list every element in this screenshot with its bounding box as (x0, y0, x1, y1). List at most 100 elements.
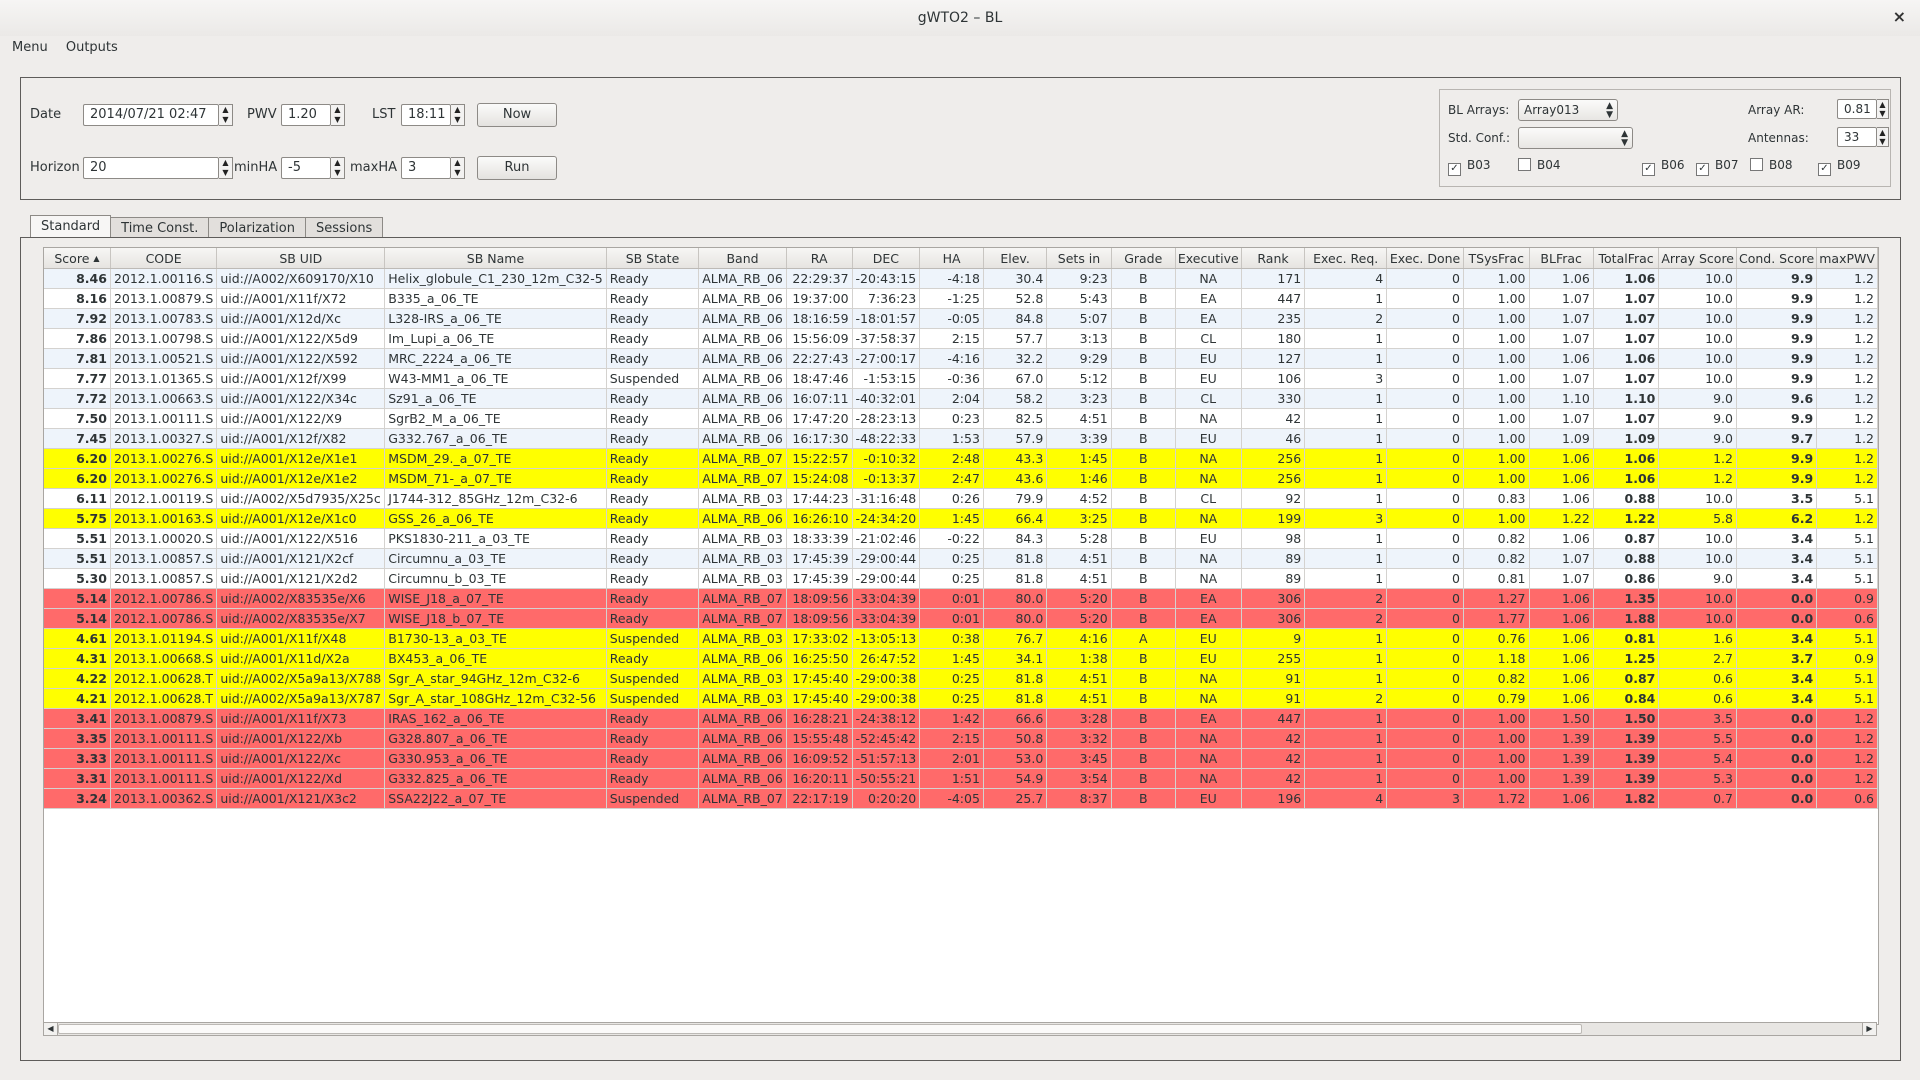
scroll-left-icon[interactable]: ◀ (44, 1023, 58, 1035)
antennas-spinner[interactable]: ▲ ▼ (1877, 127, 1889, 147)
antennas-field[interactable]: 33 (1837, 127, 1877, 147)
table-row[interactable]: 5.51 2013.1.00020.S uid://A001/X122/X516 PK… (44, 528, 1878, 549)
table-cell: 0:20:20 (852, 788, 921, 809)
table-row[interactable]: 5.75 2013.1.00163.S uid://A001/X12e/X1c0 GS… (44, 508, 1878, 529)
table-cell: uid://A001/X12e/X1c0 (216, 508, 386, 529)
lst-field[interactable]: 18:11 (401, 104, 451, 126)
run-button[interactable]: Run (477, 156, 557, 180)
table-row[interactable]: 8.46 2012.1.00116.S uid://A002/X609170/X10… (44, 268, 1878, 289)
std-conf-combo[interactable]: ▲ ▼ (1518, 127, 1633, 149)
table-row[interactable]: 8.16 2013.1.00879.S uid://A001/X11f/X72 B33… (44, 288, 1878, 309)
checkbox-b06[interactable]: ✓ B06 (1642, 158, 1685, 176)
column-header[interactable]: BLFrac (1529, 248, 1594, 269)
menu-outputs[interactable]: Outputs (60, 36, 126, 55)
maxha-spinner[interactable]: ▲ ▼ (451, 157, 465, 179)
column-header[interactable]: Array Score (1658, 248, 1737, 269)
table-cell: ALMA_RB_06 (698, 348, 787, 369)
scroll-right-icon[interactable]: ▶ (1862, 1023, 1876, 1035)
table-row[interactable]: 7.45 2013.1.00327.S uid://A001/X12f/X82 G33… (44, 428, 1878, 449)
column-header[interactable]: RA (786, 248, 853, 269)
table-cell: 34.1 (983, 648, 1048, 669)
column-header[interactable]: SB Name (384, 248, 607, 269)
table-row[interactable]: 4.22 2012.1.00628.T uid://A002/X5a9a13/X78… (44, 668, 1878, 689)
table-row[interactable]: 7.81 2013.1.00521.S uid://A001/X122/X592 MR… (44, 348, 1878, 369)
table-row[interactable]: 5.30 2013.1.00857.S uid://A001/X121/X2d2 Ci… (44, 568, 1878, 589)
menu-menu[interactable]: Menu (0, 36, 56, 55)
table-row[interactable]: 4.31 2013.1.00668.S uid://A001/X11d/X2a BX4… (44, 648, 1878, 669)
horizontal-scrollbar[interactable]: ◀ ▶ (43, 1022, 1877, 1036)
table-row[interactable]: 7.86 2013.1.00798.S uid://A001/X122/X5d9 Im… (44, 328, 1878, 349)
maxha-field[interactable]: 3 (401, 157, 451, 179)
table-row[interactable]: 7.92 2013.1.00783.S uid://A001/X12d/Xc L328… (44, 308, 1878, 329)
column-header[interactable]: Elev. (983, 248, 1048, 269)
column-header[interactable]: Sets in (1046, 248, 1112, 269)
table-cell: 2012.1.00786.S (110, 608, 218, 629)
column-header[interactable]: Cond. Score (1736, 248, 1818, 269)
table-cell: 5.1 (1816, 528, 1878, 549)
column-header[interactable]: DEC (852, 248, 921, 269)
table-row[interactable]: 5.51 2013.1.00857.S uid://A001/X121/X2cf Ci… (44, 548, 1878, 569)
table-row[interactable]: 3.35 2013.1.00111.S uid://A001/X122/Xb G328… (44, 728, 1878, 749)
tab-time-const[interactable]: Time Const. (110, 217, 210, 239)
table-cell: 1 (1304, 548, 1388, 569)
minha-spinner[interactable]: ▲ ▼ (331, 157, 345, 179)
column-header[interactable]: Score ▲ (44, 248, 111, 269)
table-row[interactable]: 3.24 2013.1.00362.S uid://A001/X121/X3c2 SS… (44, 788, 1878, 809)
column-header[interactable]: SB State (606, 248, 700, 269)
table-row[interactable]: 5.14 2012.1.00786.S uid://A002/X83535e/X6 W… (44, 588, 1878, 609)
minha-field[interactable]: -5 (281, 157, 331, 179)
column-header[interactable]: SB UID (216, 248, 386, 269)
now-button[interactable]: Now (477, 103, 557, 127)
table-cell: 2013.1.00276.S (110, 448, 218, 469)
table-row[interactable]: 6.20 2013.1.00276.S uid://A001/X12e/X1e2 MS… (44, 468, 1878, 489)
table-row[interactable]: 4.21 2012.1.00628.T uid://A002/X5a9a13/X78… (44, 688, 1878, 709)
pwv-field[interactable]: 1.20 (281, 104, 331, 126)
table-row[interactable]: 3.33 2013.1.00111.S uid://A001/X122/Xc G330… (44, 748, 1878, 769)
column-header[interactable]: Grade (1111, 248, 1176, 269)
array-ar-field[interactable]: 0.81 (1837, 99, 1877, 119)
table-row[interactable]: 7.77 2013.1.01365.S uid://A001/X12f/X99 W43… (44, 368, 1878, 389)
column-header[interactable]: Band (698, 248, 787, 269)
table-row[interactable]: 6.20 2013.1.00276.S uid://A001/X12e/X1e1 MS… (44, 448, 1878, 469)
bl-arrays-combo[interactable]: Array013 ▲ ▼ (1518, 99, 1618, 121)
table-row[interactable]: 5.14 2012.1.00786.S uid://A002/X83535e/X7 W… (44, 608, 1878, 629)
tab-standard[interactable]: Standard (30, 215, 112, 239)
tab-sessions[interactable]: Sessions (304, 217, 384, 239)
checkbox-b08[interactable]: B08 (1750, 158, 1793, 172)
table-row[interactable]: 3.31 2013.1.00111.S uid://A001/X122/Xd G332… (44, 768, 1878, 789)
column-header[interactable]: maxPWV (1816, 248, 1878, 269)
date-spinner[interactable]: ▲ ▼ (219, 104, 233, 126)
checkbox-b07[interactable]: ✓ B07 (1696, 158, 1739, 176)
column-header[interactable]: Rank (1241, 248, 1306, 269)
lst-spinner[interactable]: ▲ ▼ (451, 104, 465, 126)
table-row[interactable]: 3.41 2013.1.00879.S uid://A001/X11f/X73 IRA… (44, 708, 1878, 729)
date-field[interactable]: 2014/07/21 02:47 (83, 104, 219, 126)
column-header-label: Rank (1257, 250, 1289, 266)
checkbox-b04[interactable]: B04 (1518, 158, 1561, 172)
column-header[interactable]: HA (919, 248, 984, 269)
window-titlebar: gWTO2 – BL × (0, 0, 1920, 37)
close-icon[interactable]: × (1893, 7, 1906, 26)
column-header[interactable]: TSysFrac (1463, 248, 1530, 269)
table-row[interactable]: 4.61 2013.1.01194.S uid://A001/X11f/X48 B17… (44, 628, 1878, 649)
column-header[interactable]: Exec. Done (1386, 248, 1464, 269)
column-header[interactable]: TotalFrac (1593, 248, 1660, 269)
horizon-field[interactable]: 20 (83, 157, 219, 179)
table-row[interactable]: 7.50 2013.1.00111.S uid://A001/X122/X9 SgrB… (44, 408, 1878, 429)
array-ar-spinner[interactable]: ▲ ▼ (1877, 99, 1889, 119)
table-row[interactable]: 7.72 2013.1.00663.S uid://A001/X122/X34c Sz… (44, 388, 1878, 409)
pwv-spinner[interactable]: ▲ ▼ (331, 104, 345, 126)
checkbox-b09[interactable]: ✓ B09 (1818, 158, 1861, 176)
scrollbar-thumb[interactable] (58, 1024, 1582, 1034)
table-cell: ALMA_RB_06 (698, 728, 787, 749)
horizon-spinner[interactable]: ▲ ▼ (219, 157, 233, 179)
tab-polarization[interactable]: Polarization (208, 217, 306, 239)
checkbox-b03[interactable]: ✓ B03 (1448, 158, 1491, 176)
table-cell: 17:45:40 (786, 688, 853, 709)
table-row[interactable]: 6.11 2012.1.00119.S uid://A002/X5d7935/X25… (44, 488, 1878, 509)
column-header[interactable]: CODE (110, 248, 218, 269)
column-header[interactable]: Executive (1175, 248, 1242, 269)
table-cell: 1.2 (1816, 768, 1878, 789)
table-cell: 0.81 (1593, 628, 1660, 649)
column-header[interactable]: Exec. Req. (1304, 248, 1388, 269)
